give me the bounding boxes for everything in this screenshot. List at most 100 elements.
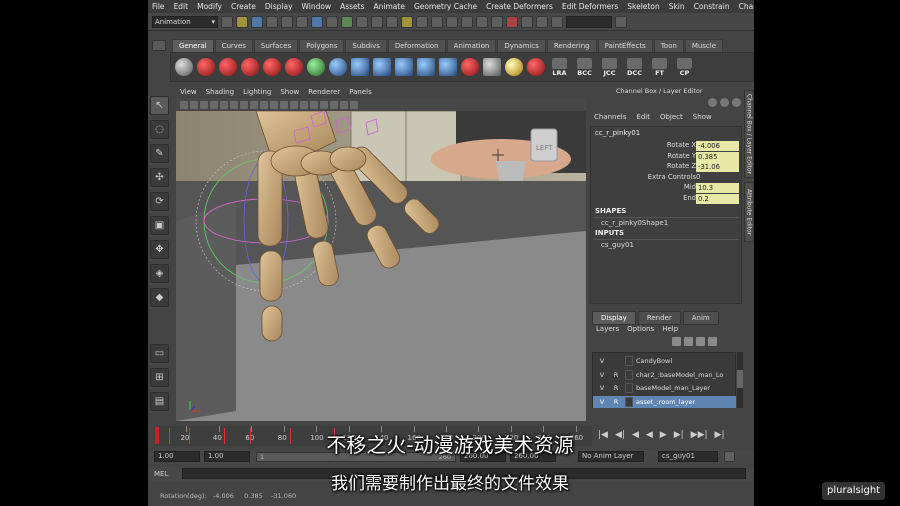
- mask-surfaces-icon[interactable]: [356, 15, 368, 28]
- channel-row[interactable]: Rotate X -4.006: [591, 141, 743, 151]
- insert-joint-icon[interactable]: [439, 58, 457, 76]
- shelf-button-jcc[interactable]: JCC: [599, 57, 620, 77]
- textured-icon[interactable]: [310, 100, 318, 109]
- move-layer-up-icon[interactable]: [672, 337, 681, 346]
- layer-visibility-toggle[interactable]: V: [597, 397, 607, 407]
- lattice-icon[interactable]: [483, 58, 501, 76]
- menu-animate[interactable]: Animate: [374, 2, 405, 11]
- menu-set-dropdown[interactable]: Animation ▾: [152, 15, 218, 28]
- channel-row[interactable]: Mid 10.3: [591, 183, 743, 193]
- layer-color-swatch[interactable]: [625, 356, 633, 366]
- menu-create[interactable]: Create: [231, 2, 256, 11]
- move-tool-icon[interactable]: ✣: [150, 168, 169, 187]
- viewport-menu-show[interactable]: Show: [280, 88, 299, 96]
- shelf-tab-surfaces[interactable]: Surfaces: [253, 39, 299, 52]
- single-view-layout-icon[interactable]: ▭: [150, 344, 169, 363]
- move-pivot-icon[interactable]: [307, 58, 325, 76]
- attribute-editor-toggle-icon[interactable]: [720, 98, 729, 107]
- mask-deformations-icon[interactable]: [371, 15, 383, 28]
- quick-selection-field[interactable]: [566, 15, 612, 28]
- menu-display[interactable]: Display: [265, 2, 293, 11]
- layer-tab-display[interactable]: Display: [592, 311, 636, 325]
- channel-row[interactable]: Extra Controls 0: [591, 173, 743, 183]
- grid-icon[interactable]: [220, 100, 228, 109]
- layer-menu-layers[interactable]: Layers: [596, 325, 619, 333]
- layer-list-scrollbar[interactable]: [737, 352, 743, 408]
- smooth-shade-icon[interactable]: [290, 100, 298, 109]
- menu-modify[interactable]: Modify: [197, 2, 222, 11]
- menu-create-deformers[interactable]: Create Deformers: [486, 2, 553, 11]
- channel-value-field[interactable]: 0.2: [696, 193, 739, 204]
- new-scene-icon[interactable]: [221, 15, 233, 28]
- manipulator-tool-icon[interactable]: ✥: [150, 240, 169, 259]
- help-icon[interactable]: [197, 58, 215, 76]
- wrap-icon[interactable]: [527, 58, 545, 76]
- cluster-icon[interactable]: [461, 58, 479, 76]
- save-scene-icon[interactable]: [251, 15, 263, 28]
- layer-reference-toggle[interactable]: [611, 356, 621, 366]
- channel-menu-channels[interactable]: Channels: [594, 113, 626, 121]
- snap-curve-icon[interactable]: [431, 15, 443, 28]
- history-icon[interactable]: [476, 15, 488, 28]
- snap-plane-icon[interactable]: [461, 15, 473, 28]
- layer-tab-anim[interactable]: Anim: [682, 311, 719, 325]
- sculpt-tool-icon[interactable]: [285, 58, 303, 76]
- layer-visibility-toggle[interactable]: V: [597, 370, 607, 380]
- layer-color-swatch[interactable]: [625, 369, 633, 380]
- perspective-viewport[interactable]: LEFT: [176, 111, 586, 421]
- isolate-select-icon[interactable]: [350, 100, 358, 109]
- channel-menu-edit[interactable]: Edit: [636, 113, 650, 121]
- new-empty-layer-icon[interactable]: [696, 337, 705, 346]
- menu-skin[interactable]: Skin: [669, 2, 685, 11]
- channel-value-field[interactable]: -31.06: [696, 162, 739, 172]
- shadows-icon[interactable]: [330, 100, 338, 109]
- shelf-menu-icon[interactable]: [152, 40, 166, 51]
- layer-color-swatch[interactable]: [625, 396, 633, 407]
- field-chart-icon[interactable]: [260, 100, 268, 109]
- new-layer-from-selection-icon[interactable]: [708, 337, 717, 346]
- layer-reference-toggle[interactable]: R: [611, 397, 621, 407]
- shelf-tab-curves[interactable]: Curves: [214, 39, 253, 52]
- nonlinear-icon[interactable]: [505, 58, 523, 76]
- outliner-layout-icon[interactable]: ▤: [150, 392, 169, 411]
- xray-icon[interactable]: [340, 100, 348, 109]
- orient-joint-icon[interactable]: [395, 58, 413, 76]
- snap-point-icon[interactable]: [446, 15, 458, 28]
- channel-value-field[interactable]: 0: [696, 173, 700, 181]
- toggle-sidebar-icon[interactable]: [615, 15, 627, 28]
- shelf-button-ft[interactable]: FT: [649, 57, 670, 77]
- inputs-icon[interactable]: [491, 15, 503, 28]
- scale-tool-icon[interactable]: ▣: [150, 216, 169, 235]
- shelf-tab-muscle[interactable]: Muscle: [684, 39, 724, 52]
- ik-handle-icon[interactable]: [373, 58, 391, 76]
- menu-file[interactable]: File: [152, 2, 165, 11]
- tool-settings-toggle-icon[interactable]: [732, 98, 741, 107]
- shelf-tab-polygons[interactable]: Polygons: [299, 39, 345, 52]
- image-plane-icon[interactable]: [210, 100, 218, 109]
- layer-row[interactable]: V RbaseModel_man_Layer: [593, 382, 736, 394]
- menu-character[interactable]: Character: [739, 2, 754, 11]
- paint-skin-weights-icon[interactable]: [219, 58, 237, 76]
- channel-menu-object[interactable]: Object: [660, 113, 683, 121]
- shelf-button-lra[interactable]: LRA: [549, 57, 570, 77]
- mask-dynamics-icon[interactable]: [386, 15, 398, 28]
- gate-mask-icon[interactable]: [250, 100, 258, 109]
- shelf-tab-painteffects[interactable]: PaintEffects: [597, 39, 653, 52]
- layer-visibility-toggle[interactable]: V: [597, 383, 607, 393]
- mask-rendering-icon[interactable]: [401, 15, 413, 28]
- open-scene-icon[interactable]: [236, 15, 248, 28]
- menu-assets[interactable]: Assets: [340, 2, 364, 11]
- shelf-tab-dynamics[interactable]: Dynamics: [497, 39, 546, 52]
- shelf-tab-toon[interactable]: Toon: [653, 39, 684, 52]
- menu-window[interactable]: Window: [302, 2, 332, 11]
- layer-reference-toggle[interactable]: R: [611, 370, 621, 380]
- layer-tab-render[interactable]: Render: [637, 311, 681, 325]
- select-hierarchy-icon[interactable]: [266, 15, 278, 28]
- resolution-gate-icon[interactable]: [240, 100, 248, 109]
- layer-row[interactable]: V Rchar2_:baseModel_man_Lo: [593, 369, 736, 381]
- select-object-icon[interactable]: [281, 15, 293, 28]
- viewport-menu-panels[interactable]: Panels: [349, 88, 372, 96]
- select-tool-icon[interactable]: ↖: [150, 96, 169, 115]
- snap-grid-icon[interactable]: [416, 15, 428, 28]
- shelf-button-dcc[interactable]: DCC: [624, 57, 645, 77]
